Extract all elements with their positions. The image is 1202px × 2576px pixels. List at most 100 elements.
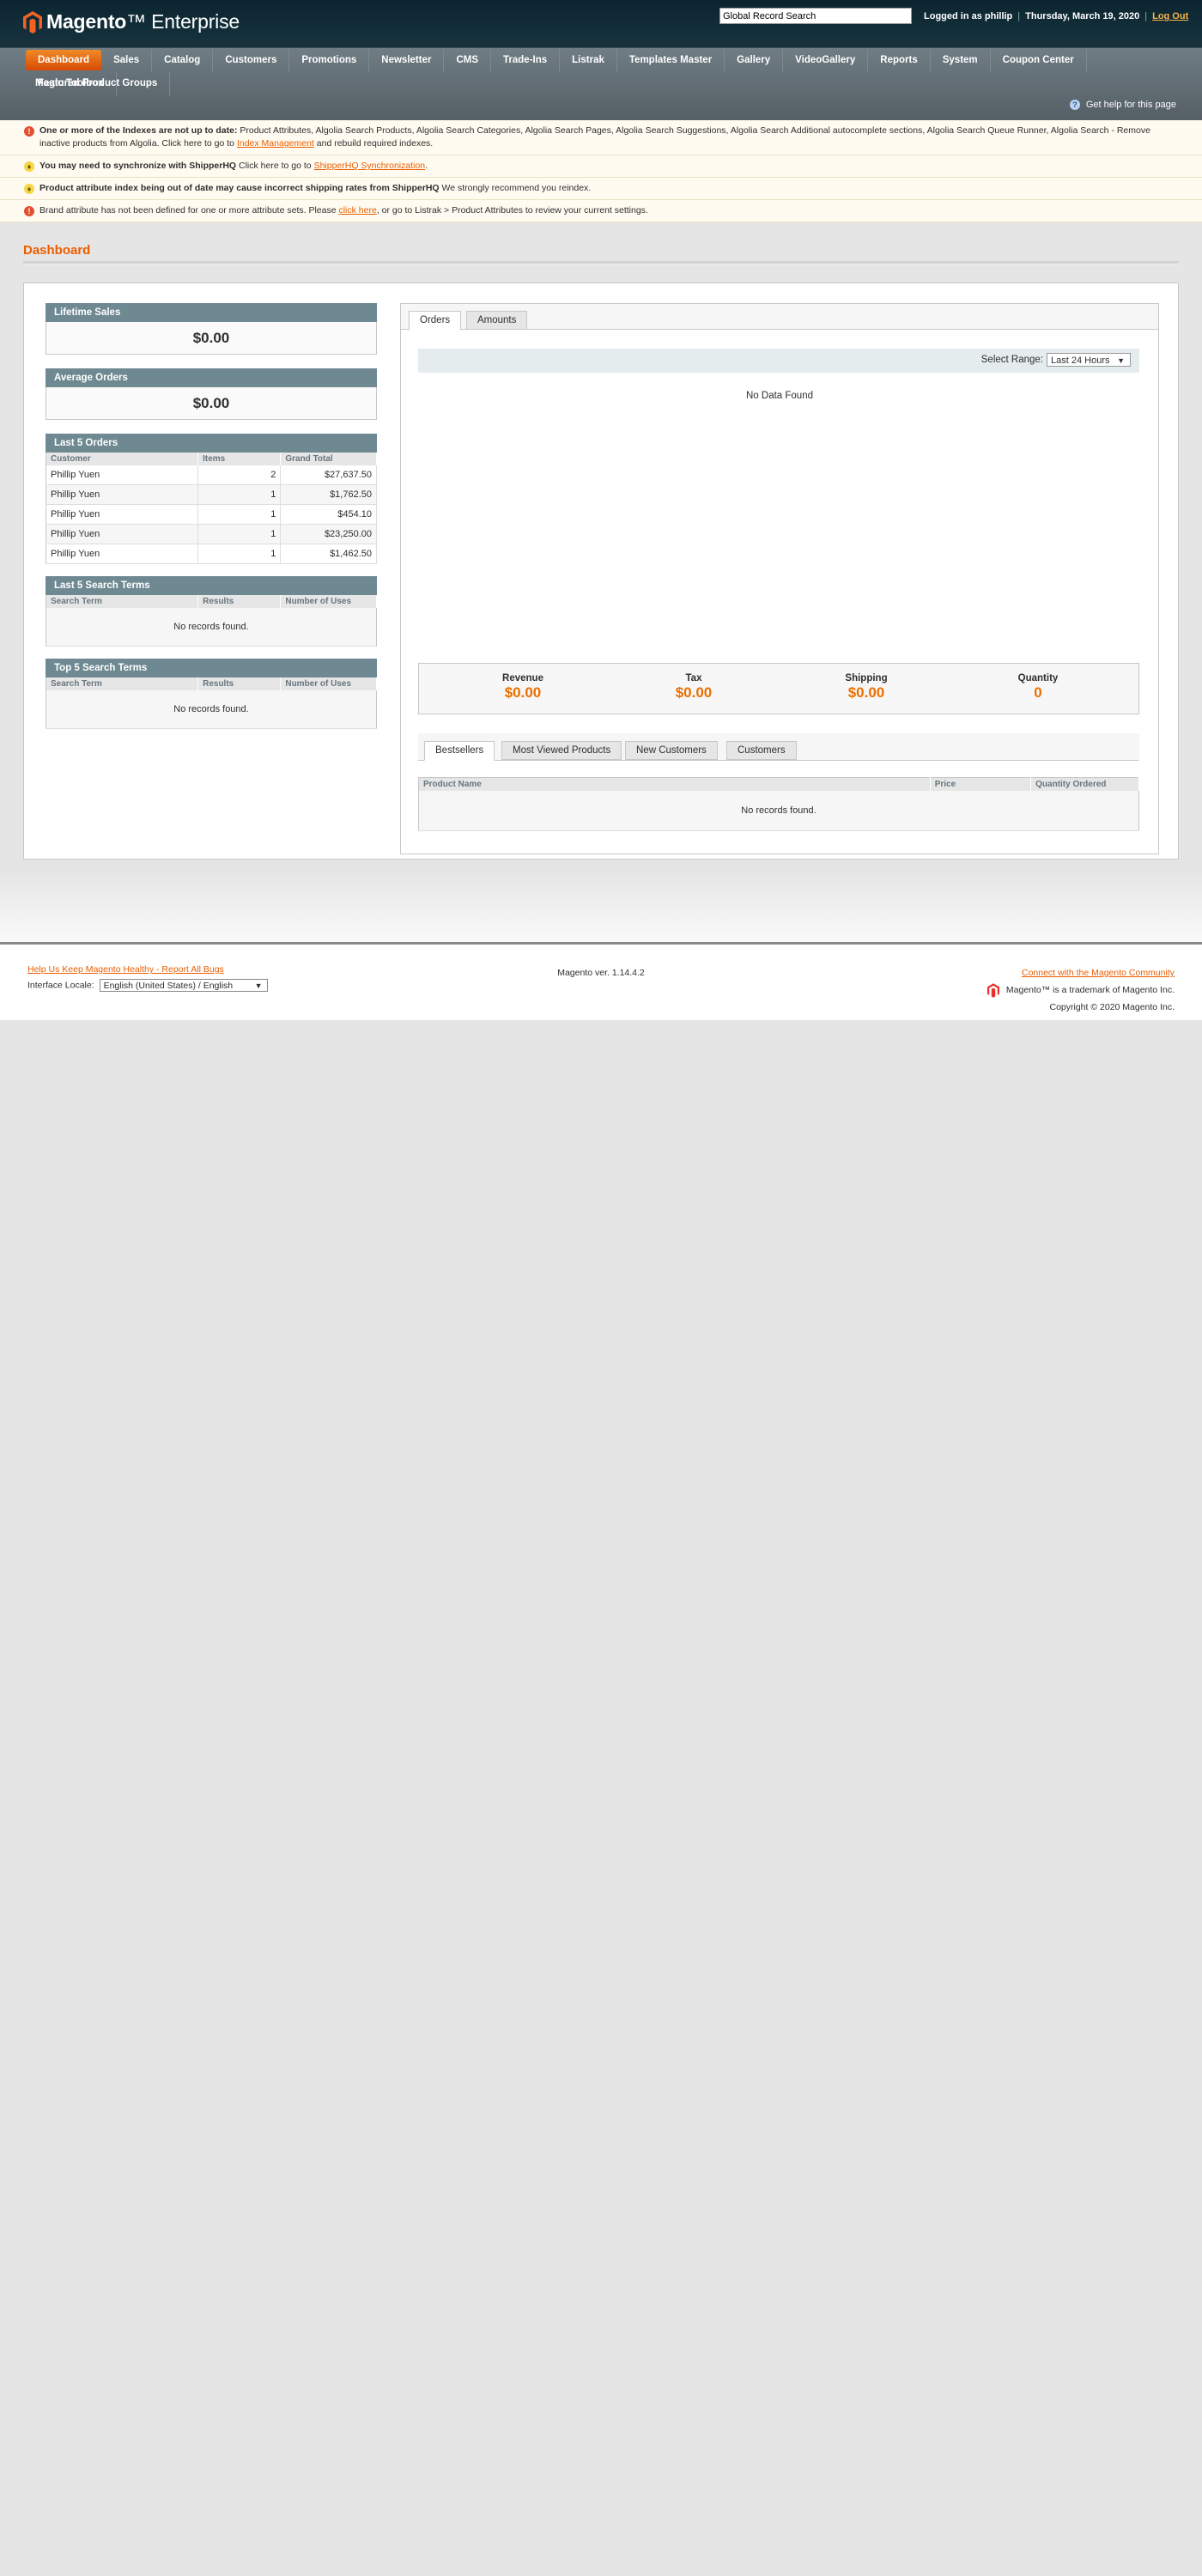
last-orders-table: Customer Items Grand Total Phillip Yuen 2… xyxy=(46,453,377,564)
order-grand-total: $1,762.50 xyxy=(280,484,377,505)
notice-title: You may need to synchronize with Shipper… xyxy=(39,161,237,171)
notice-text: and rebuild required indexes. xyxy=(313,138,434,149)
nav-item-dashboard[interactable]: Dashboard xyxy=(26,50,102,70)
column-header: Search Term xyxy=(46,677,199,690)
column-header: Price xyxy=(930,777,1032,791)
chart-tabs: Orders Amounts xyxy=(401,304,1158,331)
order-items: 2 xyxy=(197,465,282,485)
notice-text: . xyxy=(425,161,428,171)
global-record-search-input[interactable] xyxy=(719,8,912,24)
title-divider xyxy=(23,261,1179,264)
bestsellers-table: Product Name Price Quantity Ordered No r… xyxy=(418,777,1139,831)
nav-item-trade-ins[interactable]: Trade-Ins xyxy=(491,49,561,72)
help-link[interactable]: ? Get help for this page xyxy=(1069,100,1176,110)
empty-message: No records found. xyxy=(46,690,377,729)
notice-text: , or go to Listrak > Product Attributes … xyxy=(376,205,648,216)
nav-item-cms[interactable]: CMS xyxy=(444,49,492,72)
chevron-down-icon: ▼ xyxy=(1117,356,1125,365)
order-customer: Phillip Yuen xyxy=(46,544,199,564)
help-icon: ? xyxy=(1069,100,1080,110)
total-revenue: Revenue $0.00 xyxy=(458,673,587,702)
notice-message: ♦ You may need to synchronize with Shippe… xyxy=(0,155,1202,178)
magento-logo[interactable]: Magento™ Enterprise xyxy=(23,10,240,33)
column-header: Product Name xyxy=(418,777,931,791)
notice-link[interactable]: ShipperHQ Synchronization xyxy=(314,161,426,171)
column-header: Customer xyxy=(46,453,199,465)
system-notices: ! One or more of the Indexes are not up t… xyxy=(0,120,1202,222)
logout-link[interactable]: Log Out xyxy=(1152,11,1188,21)
tab-most-viewed-products[interactable]: Most Viewed Products xyxy=(501,741,622,760)
order-items: 1 xyxy=(197,544,282,564)
main-content: Dashboard Lifetime Sales $0.00 Average O… xyxy=(0,243,1202,860)
magento-logo-icon xyxy=(23,10,42,33)
top-search-terms-header: Top 5 Search Terms xyxy=(46,659,377,677)
nav-item-videogallery[interactable]: VideoGallery xyxy=(783,49,869,72)
column-header: Search Term xyxy=(46,595,199,608)
tab-new-customers[interactable]: New Customers xyxy=(625,741,718,760)
notice-link[interactable]: Index Management xyxy=(237,138,314,149)
column-header: Grand Total xyxy=(280,453,377,465)
tab-bestsellers[interactable]: Bestsellers xyxy=(424,741,495,761)
table-row[interactable]: Phillip Yuen 1 $1,762.50 xyxy=(46,484,377,505)
locale-value: English (United States) / English xyxy=(103,981,234,991)
column-header: Results xyxy=(197,595,282,608)
nav-item-catalog[interactable]: Catalog xyxy=(152,49,214,72)
footer: Help Us Keep Magento Healthy - Report Al… xyxy=(0,942,1202,1020)
order-grand-total: $23,250.00 xyxy=(280,524,377,544)
column-header: Quantity Ordered xyxy=(1030,777,1139,791)
empty-message: No records found. xyxy=(46,608,377,647)
total-shipping: Shipping $0.00 xyxy=(802,673,931,702)
error-icon: ! xyxy=(24,126,34,137)
nav-item-newsletter[interactable]: Newsletter xyxy=(369,49,445,72)
table-row[interactable]: Phillip Yuen 2 $27,637.50 xyxy=(46,465,377,485)
nav-item-featured-product-groups[interactable]: Featured Product Groups xyxy=(26,72,171,95)
nav-item-templates-master[interactable]: Templates Master xyxy=(617,49,725,72)
nav-item-coupon-center[interactable]: Coupon Center xyxy=(991,49,1087,72)
top-search-terms-table: Search Term Results Number of Uses No re… xyxy=(46,677,377,729)
nav-item-system[interactable]: System xyxy=(931,49,991,72)
empty-message: No records found. xyxy=(418,791,1139,831)
average-orders-header: Average Orders xyxy=(46,368,377,387)
select-range-value: Last 24 Hours xyxy=(1051,355,1110,366)
dashboard-main-panel: Orders Amounts Select Range: Last 24 Hou… xyxy=(400,303,1159,854)
help-link-label: Get help for this page xyxy=(1085,100,1176,110)
trademark-text: Magento™ is a trademark of Magento Inc. xyxy=(1005,985,1175,995)
chevron-down-icon: ▼ xyxy=(254,981,263,990)
tab-orders[interactable]: Orders xyxy=(409,311,462,331)
page-title: Dashboard xyxy=(23,243,91,258)
nav-item-customers[interactable]: Customers xyxy=(213,49,290,72)
select-range-dropdown[interactable]: Last 24 Hours ▼ xyxy=(1047,353,1131,367)
total-value: $0.00 xyxy=(675,684,713,701)
nav-item-sales[interactable]: Sales xyxy=(101,49,153,72)
tab-customers[interactable]: Customers xyxy=(726,741,797,760)
nav-item-reports[interactable]: Reports xyxy=(868,49,931,72)
nav-item-gallery[interactable]: Gallery xyxy=(725,49,784,72)
table-row[interactable]: Phillip Yuen 1 $1,462.50 xyxy=(46,544,377,564)
brand-name: Magento™ Enterprise xyxy=(46,10,240,33)
column-header: Number of Uses xyxy=(280,595,377,608)
range-bar: Select Range: Last 24 Hours ▼ xyxy=(418,349,1139,373)
interface-locale-select[interactable]: English (United States) / English ▼ xyxy=(99,979,268,992)
order-customer: Phillip Yuen xyxy=(46,465,199,485)
lifetime-sales-value: $0.00 xyxy=(46,322,377,355)
totals-bar: Revenue $0.00 Tax $0.00 Shipping $0.00 Q… xyxy=(418,663,1139,714)
product-tabs: Bestsellers Most Viewed Products New Cus… xyxy=(418,733,1139,761)
table-row[interactable]: Phillip Yuen 1 $454.10 xyxy=(46,504,377,525)
tab-amounts[interactable]: Amounts xyxy=(466,311,528,330)
notice-message: ♦ Product attribute index being out of da… xyxy=(0,178,1202,200)
column-header: Results xyxy=(197,677,282,690)
main-nav: Dashboard Sales Catalog Customers Promotions… xyxy=(0,47,1202,120)
community-link[interactable]: Connect with the Magento Community xyxy=(1022,968,1175,978)
warning-icon: ♦ xyxy=(24,161,34,172)
notice-text: Click here to go to xyxy=(236,161,314,171)
nav-item-promotions[interactable]: Promotions xyxy=(289,49,370,72)
table-row[interactable]: Phillip Yuen 1 $23,250.00 xyxy=(46,524,377,544)
notice-link[interactable]: click here xyxy=(338,205,376,216)
magento-logo-icon xyxy=(986,982,999,998)
total-label: Revenue xyxy=(502,673,543,683)
nav-item-listrak[interactable]: Listrak xyxy=(560,49,617,72)
warning-icon: ♦ xyxy=(24,184,34,194)
no-data-message: No Data Found xyxy=(746,391,813,401)
dashboard-container: Lifetime Sales $0.00 Average Orders $0.0… xyxy=(23,283,1179,860)
header: Magento™ Enterprise Logged in as phillip… xyxy=(0,0,1202,47)
